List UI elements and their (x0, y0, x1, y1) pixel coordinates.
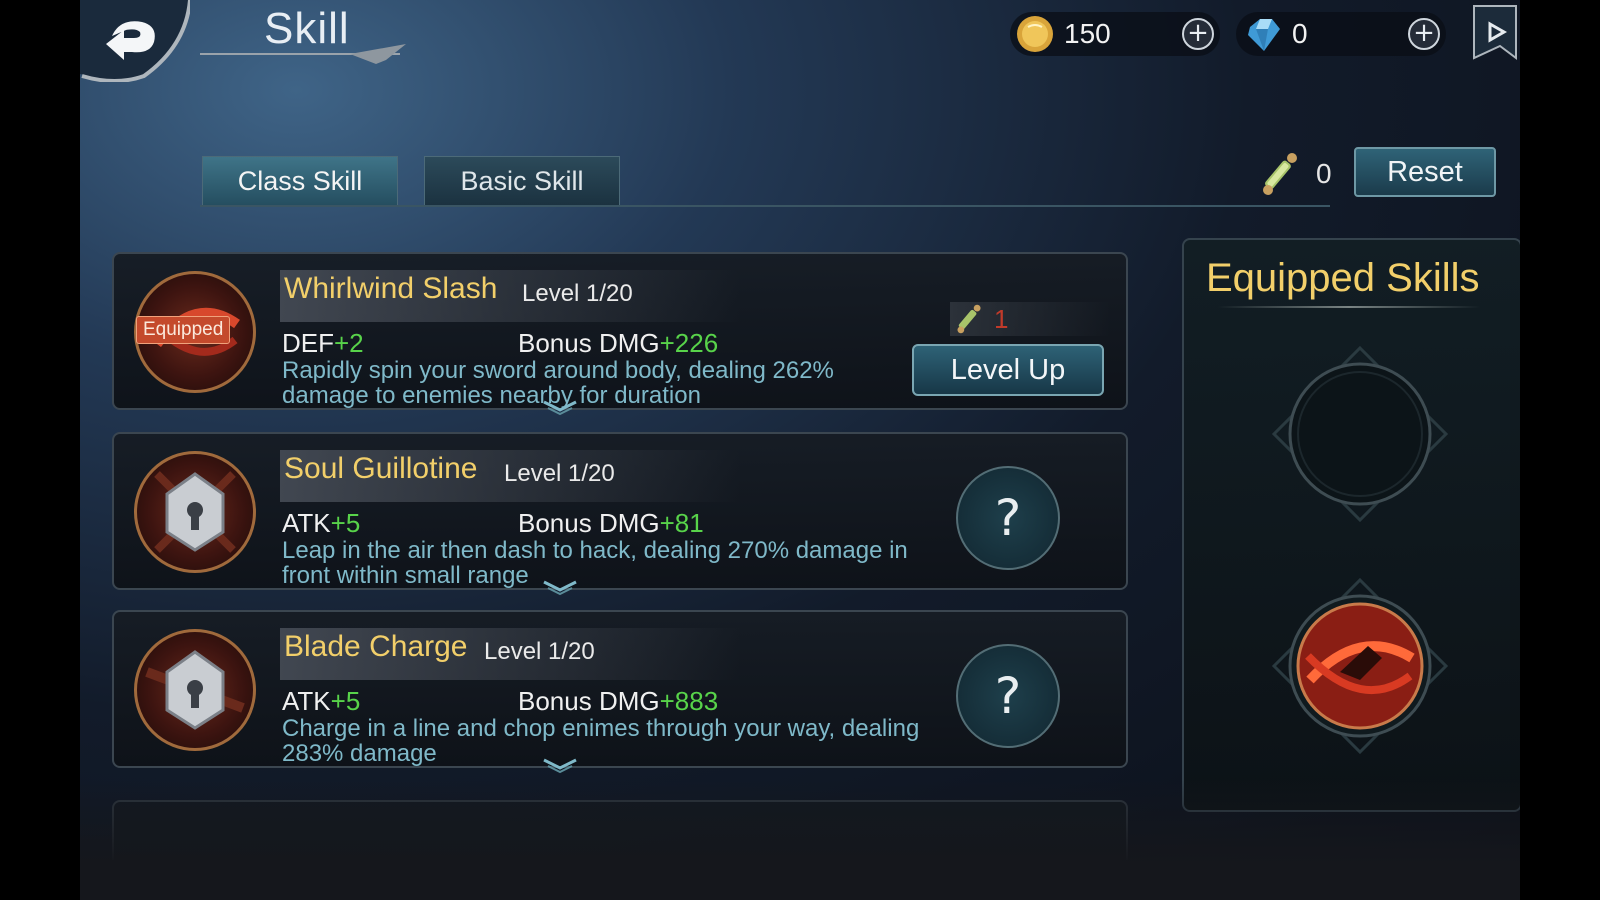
skill-card-blade-charge[interactable]: Blade Charge Level 1/20 ATK+5 Bonus DMG+… (112, 610, 1128, 774)
equip-slot-empty[interactable] (1270, 344, 1450, 524)
gem-counter: 0 + (1236, 12, 1446, 56)
tab-class-skill[interactable]: Class Skill (202, 156, 398, 206)
add-gold-button[interactable]: + (1182, 18, 1214, 50)
skill-scroll-amount: 0 (1316, 158, 1332, 189)
equipped-skills-panel: Equipped Skills (1182, 238, 1520, 812)
skill-name: Soul Guillotine (284, 452, 478, 485)
gold-counter: 150 + (1010, 12, 1220, 56)
skill-stat-bonus-dmg: Bonus DMG+883 (518, 686, 719, 716)
blade-charge-icon (134, 629, 256, 751)
skill-stat-bonus-dmg: Bonus DMG+81 (518, 508, 704, 538)
equip-slot-whirlwind-slash[interactable] (1270, 576, 1450, 756)
equipped-skills-title: Equipped Skills (1206, 256, 1480, 300)
skill-info-button[interactable]: ? (956, 466, 1060, 570)
expand-chevron-icon[interactable] (540, 398, 580, 418)
skill-stat-primary: DEF+2 (282, 328, 364, 358)
menu-button[interactable] (1470, 0, 1520, 60)
skill-level: Level 1/20 (522, 280, 633, 307)
skill-level: Level 1/20 (484, 638, 595, 665)
skill-stat-bonus-dmg: Bonus DMG+226 (518, 328, 719, 358)
expand-chevron-icon[interactable] (540, 756, 580, 776)
skill-description: Charge in a line and chop enimes through… (282, 715, 920, 767)
skill-stat-primary: ATK+5 (282, 686, 361, 716)
tab-basic-skill[interactable]: Basic Skill (424, 156, 620, 206)
tab-divider (200, 205, 1330, 207)
skill-level: Level 1/20 (504, 460, 615, 487)
skill-name: Whirlwind Slash (284, 272, 498, 305)
equipped-badge: Equipped (136, 316, 231, 344)
skill-card-whirlwind-slash[interactable]: Equipped Whirlwind Slash Level 1/20 DEF+… (112, 252, 1128, 416)
reset-button[interactable]: Reset (1354, 147, 1496, 197)
gold-coin-icon (1017, 16, 1053, 52)
level-up-cost: 1 (950, 302, 1110, 336)
gold-amount: 150 (1064, 18, 1111, 49)
back-button[interactable] (80, 0, 192, 83)
diamond-icon (1248, 19, 1280, 51)
title-ornament-icon (200, 44, 406, 64)
skill-card-partial[interactable] (112, 800, 1128, 860)
skill-info-button[interactable]: ? (956, 644, 1060, 748)
back-arrow-icon (80, 0, 192, 83)
skill-scroll-icon (1263, 153, 1297, 195)
skill-card-soul-guillotine[interactable]: Soul Guillotine Level 1/20 ATK+5 Bonus D… (112, 432, 1128, 596)
add-gems-button[interactable]: + (1408, 18, 1440, 50)
skill-description: Rapidly spin your sword around body, dea… (282, 357, 834, 409)
expand-chevron-icon[interactable] (540, 578, 580, 598)
side-menu-icon (1473, 5, 1517, 60)
skill-scroll-counter: 0 (1252, 146, 1332, 202)
gem-amount: 0 (1292, 18, 1308, 49)
whirlwind-slash-icon (1271, 577, 1449, 755)
level-up-button[interactable]: Level Up (912, 344, 1104, 396)
skill-stat-primary: ATK+5 (282, 508, 361, 538)
skill-scroll-icon (957, 304, 981, 334)
skill-name: Blade Charge (284, 630, 468, 663)
title-separator (1218, 306, 1480, 308)
game-screen: Skill 150 + 0 + Class Skill Basic Skill (80, 0, 1520, 900)
soul-guillotine-icon (134, 451, 256, 573)
skill-description: Leap in the air then dash to hack, deali… (282, 537, 908, 589)
empty-slot-icon (1271, 345, 1449, 523)
